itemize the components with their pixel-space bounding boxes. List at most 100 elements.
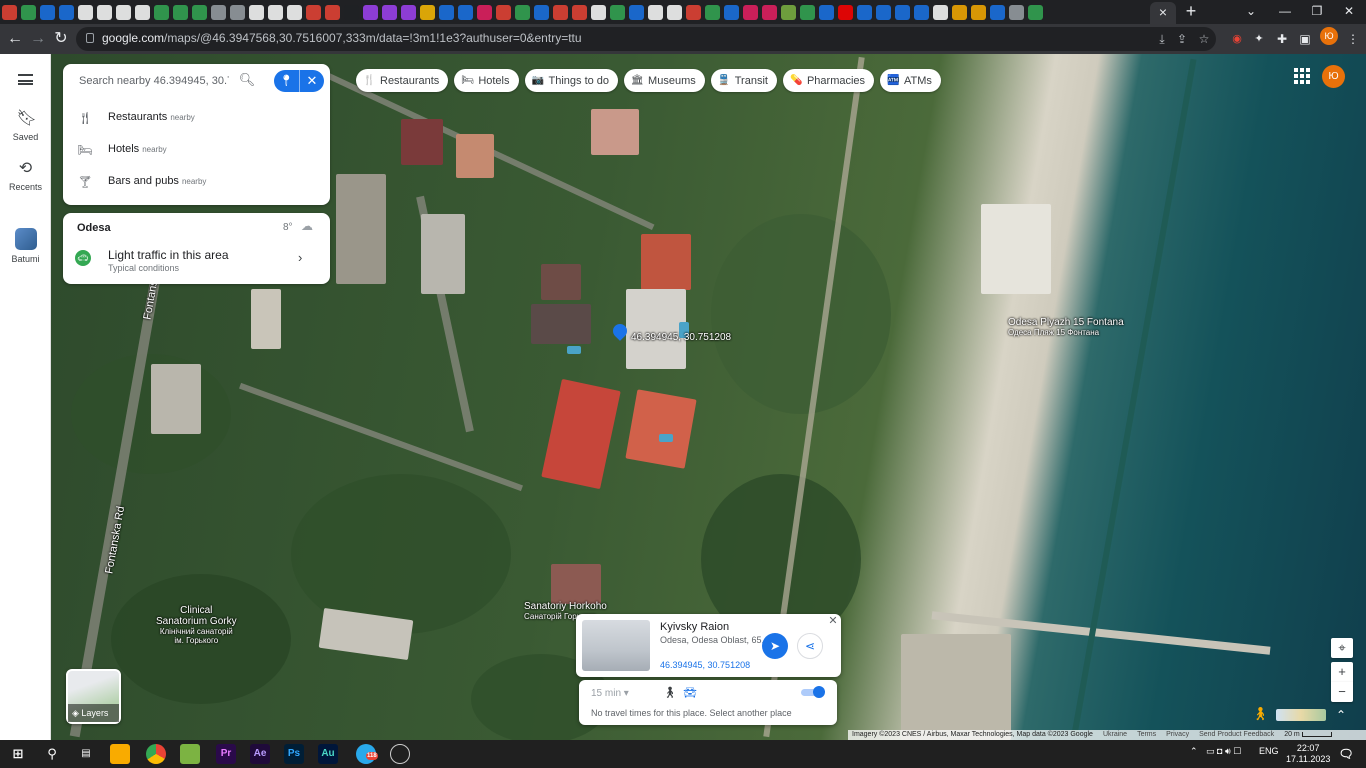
browser-tab-favicon[interactable]	[971, 4, 986, 20]
recent-place-batumi[interactable]: Batumi	[0, 228, 51, 264]
browser-tab-favicon[interactable]	[781, 4, 796, 20]
expand-icon[interactable]: ⌃	[1334, 708, 1348, 722]
audition-icon[interactable]: Au	[318, 744, 338, 764]
place-coordinates[interactable]: 46.394945, 30.751208	[660, 660, 750, 670]
beach-label[interactable]: Odesa Plyazh 15 Fontana Одеса Пляж 15 Фон…	[1008, 317, 1124, 337]
windows-start-icon[interactable]: ⊞	[8, 744, 28, 764]
premiere-icon[interactable]: Pr	[216, 744, 236, 764]
back-button[interactable]: ←	[4, 28, 26, 50]
search-input[interactable]	[79, 72, 229, 90]
hamburger-menu-icon[interactable]	[18, 74, 33, 85]
extension-adblock-icon[interactable]: ◉	[1226, 28, 1248, 50]
browser-tab-favicon[interactable]	[401, 4, 416, 20]
address-bar[interactable]: google.com/maps/@46.3947568,30.7516007,3…	[76, 27, 1216, 51]
region-link[interactable]: Ukraine	[1103, 730, 1127, 740]
browser-tab-favicon[interactable]	[154, 4, 169, 20]
new-tab-button[interactable]: +	[1182, 0, 1200, 24]
my-location-icon[interactable]: ⌖	[1331, 638, 1353, 658]
travel-time-select[interactable]: 15 min ▾	[591, 688, 629, 699]
browser-tab-favicon[interactable]	[439, 4, 454, 20]
chip-hotels[interactable]: 🛏 Hotels	[454, 69, 519, 92]
browser-tab-favicon[interactable]	[97, 4, 112, 20]
browser-tab-favicon[interactable]	[382, 4, 397, 20]
install-icon[interactable]: ⤓	[1154, 31, 1170, 47]
chip-museums[interactable]: 🏛 Museums	[624, 69, 705, 92]
zoom-in-button[interactable]: +	[1331, 662, 1353, 682]
place-card[interactable]: Kyivsky Raion Odesa, Odesa Oblast, 65...…	[576, 614, 841, 677]
browser-tab-favicon[interactable]	[249, 4, 264, 20]
browser-tab-favicon[interactable]	[724, 4, 739, 20]
close-tab-button[interactable]: ×	[1150, 2, 1176, 24]
browser-tab-favicon[interactable]	[116, 4, 131, 20]
browser-tab-favicon[interactable]	[135, 4, 150, 20]
directions-button[interactable]: ➤	[762, 633, 788, 659]
google-apps-icon[interactable]	[1294, 68, 1310, 84]
task-view-icon[interactable]: ▤	[76, 744, 96, 764]
saved-button[interactable]: 🔖︎ Saved	[0, 110, 51, 142]
chip-things-to-do[interactable]: 📷 Things to do	[524, 69, 619, 92]
layers-button[interactable]: ◈ Layers	[66, 669, 121, 724]
browser-tab-favicon[interactable]	[344, 4, 359, 20]
suggestion-bars[interactable]: 🍸︎ Bars and pubs nearby	[63, 166, 330, 198]
suggestion-restaurants[interactable]: 🍴︎ Restaurants nearby	[63, 102, 330, 134]
browser-tab-favicon[interactable]	[211, 4, 226, 20]
taskbar-search-icon[interactable]: ⚲	[42, 744, 62, 764]
browser-tab-favicon[interactable]	[553, 4, 568, 20]
file-explorer-icon[interactable]	[110, 744, 130, 764]
browser-tab-favicon[interactable]	[648, 4, 663, 20]
browser-tab-favicon[interactable]	[743, 4, 758, 20]
chip-pharmacies[interactable]: 💊 Pharmacies	[782, 69, 875, 92]
browser-tab-favicon[interactable]	[629, 4, 644, 20]
browser-tab-favicon[interactable]	[477, 4, 492, 20]
maximize-button[interactable]: ❐	[1300, 0, 1334, 24]
recents-button[interactable]: ⟲ Recents	[0, 160, 51, 192]
browser-tab-favicon[interactable]	[857, 4, 872, 20]
share-button[interactable]: ⋖	[797, 633, 823, 659]
browser-tab-favicon[interactable]	[591, 4, 606, 20]
language-indicator[interactable]: ENG	[1259, 746, 1279, 756]
browser-tab-favicon[interactable]	[268, 4, 283, 20]
chip-atms[interactable]: 🏧 ATMs	[880, 69, 941, 92]
clinical-sanatorium-label[interactable]: Clinical Sanatorium Gorky Клінічний санат…	[156, 605, 237, 645]
browser-tab-favicon[interactable]	[534, 4, 549, 20]
browser-tab-favicon[interactable]	[78, 4, 93, 20]
browser-tab-favicon[interactable]	[895, 4, 910, 20]
browser-tab-favicon[interactable]	[21, 4, 36, 20]
zoom-out-button[interactable]: −	[1331, 682, 1353, 702]
share-icon[interactable]: ⇪	[1174, 31, 1190, 47]
browser-tab-favicon[interactable]	[762, 4, 777, 20]
browser-tab-favicon[interactable]	[1009, 4, 1024, 20]
browser-tab-favicon[interactable]	[990, 4, 1005, 20]
browser-tab-favicon[interactable]	[363, 4, 378, 20]
browser-tab-favicon[interactable]	[40, 4, 55, 20]
terms-link[interactable]: Terms	[1137, 730, 1156, 740]
extensions-puzzle-icon[interactable]: ✚	[1271, 28, 1293, 50]
app-icon[interactable]	[390, 744, 410, 764]
browser-tab-favicon[interactable]	[306, 4, 321, 20]
pegman-icon[interactable]: 🚶︎	[1252, 706, 1269, 724]
browser-tab-favicon[interactable]	[230, 4, 245, 20]
browser-tab-favicon[interactable]	[496, 4, 511, 20]
side-panel-icon[interactable]: ▣	[1294, 28, 1316, 50]
chip-restaurants[interactable]: 🍴 Restaurants	[356, 69, 449, 92]
browser-tab-favicon[interactable]	[686, 4, 701, 20]
browser-tab-favicon[interactable]	[914, 4, 929, 20]
privacy-link[interactable]: Privacy	[1166, 730, 1189, 740]
close-window-button[interactable]: ✕	[1332, 0, 1366, 24]
search-icon[interactable]: 🔍︎	[238, 71, 256, 89]
browser-tab-favicon[interactable]	[819, 4, 834, 20]
browser-tab-favicon[interactable]	[952, 4, 967, 20]
browser-tab-favicon[interactable]	[458, 4, 473, 20]
browser-tab-favicon[interactable]	[667, 4, 682, 20]
feedback-link[interactable]: Send Product Feedback	[1199, 730, 1274, 740]
browser-tab-favicon[interactable]	[192, 4, 207, 20]
extension-icon[interactable]: ✦	[1248, 28, 1270, 50]
browser-tab-favicon[interactable]	[933, 4, 948, 20]
browser-tab-favicon[interactable]	[59, 4, 74, 20]
after-effects-icon[interactable]: Ae	[250, 744, 270, 764]
tray-icons[interactable]: ▭ ◘ 🔊︎ ☐	[1206, 746, 1241, 757]
clock[interactable]: 22:07 17.11.2023	[1286, 743, 1330, 765]
walking-icon[interactable]: 🚶︎	[663, 686, 677, 700]
chrome-icon[interactable]	[146, 744, 166, 764]
browser-tab-favicon[interactable]	[610, 4, 625, 20]
